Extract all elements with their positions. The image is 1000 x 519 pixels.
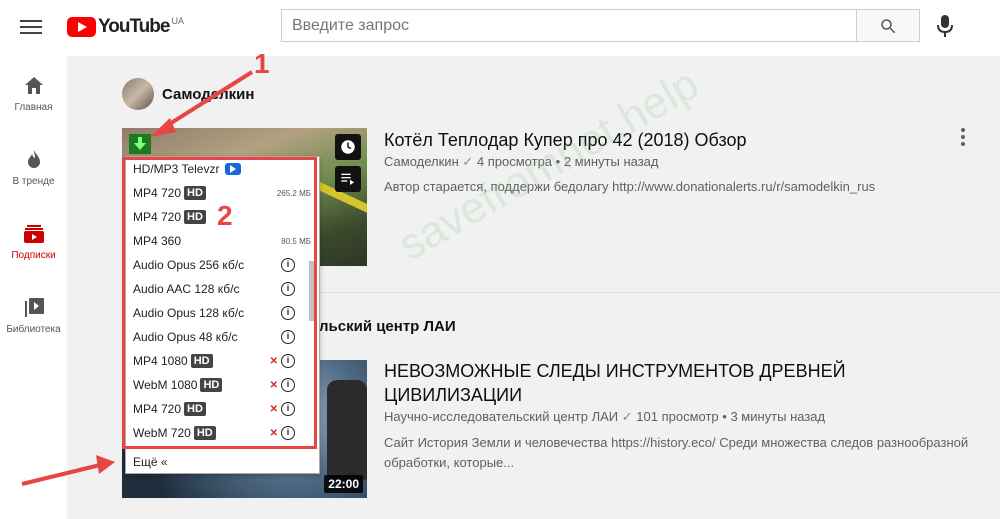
search-button[interactable] [856,9,920,42]
video-duration: 22:00 [324,475,363,493]
logo-text: YouTube [98,16,170,37]
sidebar-item-subscriptions[interactable]: Подписки [0,222,67,292]
more-formats-link[interactable]: Ещё « [133,455,168,469]
search-icon [881,18,896,33]
subscriptions-icon [23,225,44,243]
channel-name[interactable]: льский центр ЛАИ [319,318,456,335]
sidebar-item-label: В тренде [12,176,55,187]
video-views: 101 просмотр [636,409,719,424]
search-input[interactable] [281,9,857,42]
channel-header[interactable]: Самоделкин [122,78,254,110]
sidebar-item-home[interactable]: Главная [0,74,67,144]
download-button[interactable] [129,134,151,154]
video-age: 3 минуты назад [730,409,826,424]
watch-later-button[interactable] [335,134,361,160]
microphone-icon[interactable] [936,14,954,38]
youtube-logo[interactable]: YouTube UA [67,15,184,39]
video-description-line: Сайт История Земли и человечества https:… [384,435,969,450]
library-icon [24,298,44,317]
download-arrow-icon [134,137,146,150]
sidebar-item-library[interactable]: Библиотека [0,296,67,366]
video-title-line: НЕВОЗМОЖНЫЕ СЛЕДЫ ИНСТРУМЕНТОВ ДРЕВНЕЙ [384,361,846,381]
avatar[interactable] [122,78,154,110]
sidebar-item-label: Библиотека [6,324,61,335]
fire-icon [27,150,40,168]
menu-icon[interactable] [20,17,42,37]
video-title-line: ЦИВИЛИЗАЦИИ [384,385,523,405]
sidebar-item-label: Подписки [11,250,56,261]
queue-icon [341,173,354,185]
add-to-queue-button[interactable] [335,166,361,192]
more-options-icon[interactable] [960,128,966,148]
video-description-line: обработки, которые... [384,455,515,470]
sidebar-item-label: Главная [14,102,53,113]
video-channel[interactable]: Самоделкин [384,154,459,169]
top-bar: YouTube UA [0,0,1000,56]
sidebar: Главная В тренде Подписки Библиотека [0,56,67,519]
youtube-play-icon [67,17,96,37]
video-description: Сайт История Земли и человечества https:… [384,433,968,473]
home-icon [24,77,43,94]
clock-icon [341,140,355,154]
sidebar-item-trending[interactable]: В тренде [0,148,67,218]
video-meta: Научно-исследовательский центр ЛАИ ✓ 101… [384,409,826,424]
channel-name[interactable]: Самоделкин [162,86,254,103]
logo-region: UA [171,16,184,26]
callout-number: 2 [217,200,233,231]
video-title[interactable]: НЕВОЗМОЖНЫЕ СЛЕДЫ ИНСТРУМЕНТОВ ДРЕВНЕЙ Ц… [384,359,846,407]
video-channel[interactable]: Научно-исследовательский центр ЛАИ [384,409,618,424]
callout-number: 1 [254,48,270,79]
